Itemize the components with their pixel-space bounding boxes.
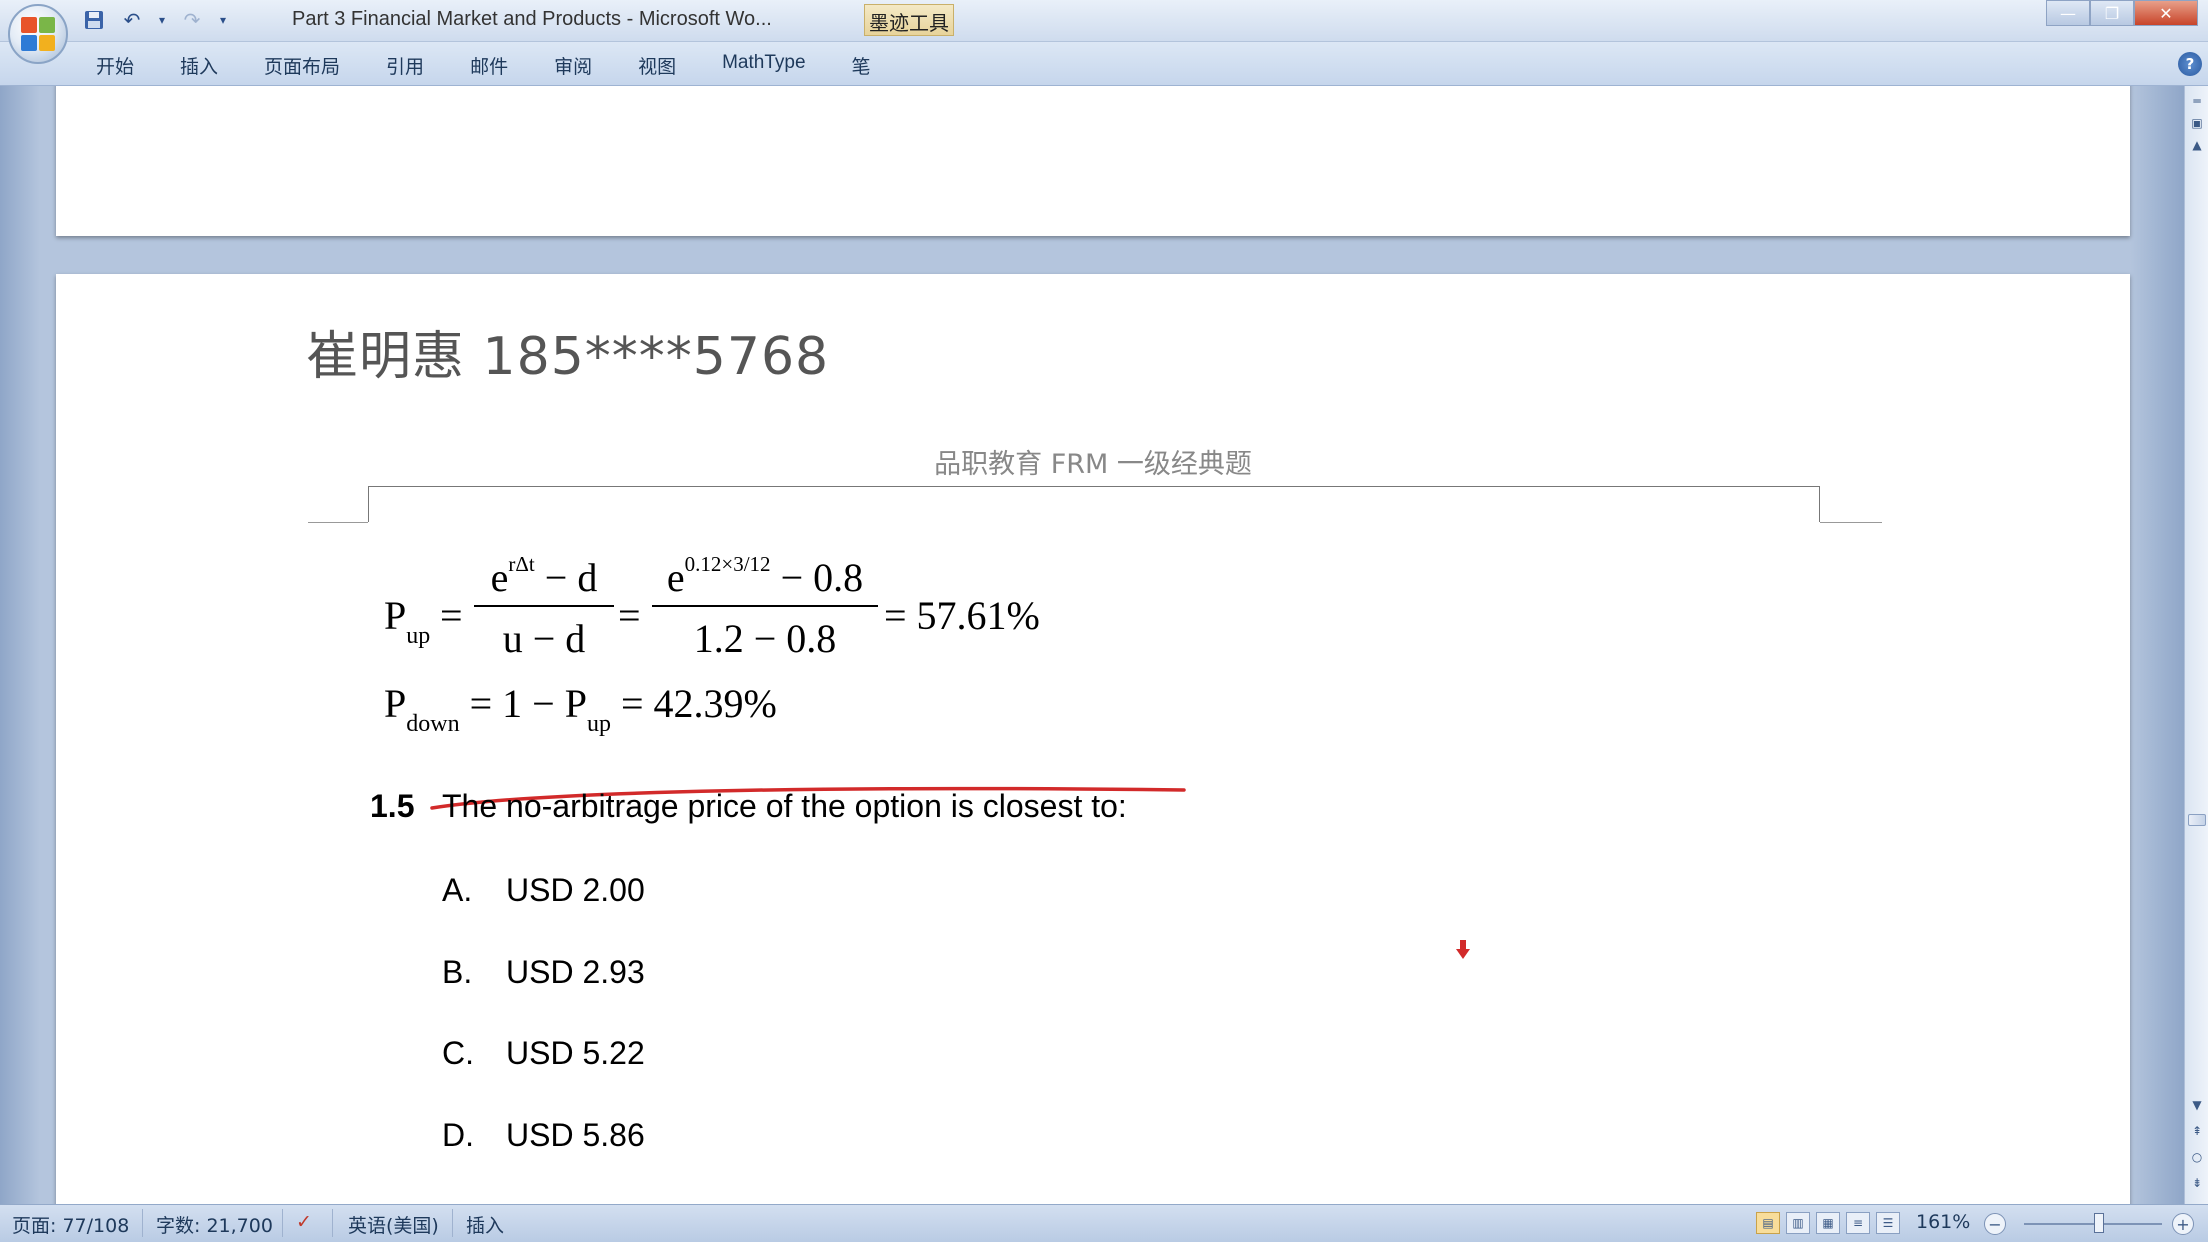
header-rule-left-tick bbox=[368, 486, 369, 522]
tab-pen[interactable]: 笔 bbox=[852, 52, 871, 79]
header-rule-left-foot bbox=[308, 522, 368, 523]
next-page-icon[interactable]: ⇟ bbox=[2188, 1174, 2206, 1192]
status-insert-mode[interactable]: 插入 bbox=[466, 1211, 504, 1238]
fraction-1-numerator: erΔt − d bbox=[474, 552, 614, 607]
office-button[interactable] bbox=[8, 4, 68, 64]
page-header: 品职教育 FRM 一级经典题 bbox=[934, 449, 1252, 480]
ink-tools-context-tab[interactable]: 墨迹工具 bbox=[864, 4, 954, 36]
status-bar: 页面: 77/108 字数: 21,700 ✓ 英语(美国) 插入 ▤ ▥ ▦ … bbox=[0, 1204, 2208, 1242]
restore-button[interactable]: ❐ bbox=[2090, 0, 2134, 26]
formula-fraction-1: erΔt − d u − d bbox=[474, 552, 614, 662]
zoom-slider-track[interactable] bbox=[2024, 1223, 2162, 1225]
undo-icon[interactable]: ↶ bbox=[118, 6, 146, 34]
tab-insert[interactable]: 插入 bbox=[180, 52, 218, 79]
scrollbar-thumb[interactable] bbox=[2188, 814, 2206, 826]
window-controls: — ❐ ✕ bbox=[2046, 0, 2198, 26]
question-text: The no-arbitrage price of the option is … bbox=[442, 788, 1127, 824]
status-separator bbox=[142, 1209, 143, 1237]
scroll-up-icon[interactable]: ▲ bbox=[2188, 136, 2206, 154]
formula-result-1: = 57.61% bbox=[884, 593, 1040, 638]
fraction-2-denominator: 1.2 − 0.8 bbox=[693, 616, 837, 661]
draft-view-icon[interactable]: ☰ bbox=[1876, 1212, 1900, 1234]
formula-fraction-2: e0.12×3/12 − 0.8 1.2 − 0.8 bbox=[652, 552, 878, 662]
spelling-check-icon[interactable]: ✓ bbox=[296, 1211, 312, 1233]
tab-home[interactable]: 开始 bbox=[96, 52, 134, 79]
status-separator bbox=[282, 1209, 283, 1237]
fraction-2-numerator: e0.12×3/12 − 0.8 bbox=[652, 552, 878, 607]
window-title: Part 3 Financial Market and Products - M… bbox=[292, 8, 772, 30]
minimize-button[interactable]: — bbox=[2046, 0, 2090, 26]
ribbon-tabs: 开始 插入 页面布局 引用 邮件 审阅 视图 MathType 笔 bbox=[96, 52, 917, 79]
formula-p-up: Pup bbox=[384, 593, 431, 649]
title-bar: ↶ ▾ ↷ ▾ Part 3 Financial Market and Prod… bbox=[0, 0, 2208, 42]
help-icon[interactable]: ? bbox=[2178, 52, 2202, 76]
zoom-out-icon[interactable]: − bbox=[1984, 1213, 2006, 1235]
web-layout-icon[interactable]: ▦ bbox=[1816, 1212, 1840, 1234]
status-separator bbox=[452, 1209, 453, 1237]
formula-equals-2: = bbox=[618, 593, 641, 638]
vertical-scrollbar[interactable]: ═ ▣ ▲ ▼ ⇞ ○ ⇟ bbox=[2184, 86, 2208, 1204]
ruler-toggle-icon[interactable]: ═ bbox=[2188, 92, 2206, 110]
outline-view-icon[interactable]: ≡ bbox=[1846, 1212, 1870, 1234]
header-rule-right-foot bbox=[1820, 522, 1882, 523]
option-a: A. USD 2.00 bbox=[442, 872, 645, 908]
status-word-count[interactable]: 字数: 21,700 bbox=[156, 1211, 273, 1238]
customize-toolbar-icon[interactable]: ▾ bbox=[216, 6, 230, 34]
zoom-level[interactable]: 161% bbox=[1916, 1211, 1970, 1233]
previous-page-icon[interactable]: ⇞ bbox=[2188, 1122, 2206, 1140]
watermark-text: 崔明惠 185****5768 bbox=[306, 327, 830, 387]
view-ruler-icon[interactable]: ▣ bbox=[2188, 114, 2206, 132]
formula-p-down-line: Pdown = 1 − Pup = 42.39% bbox=[384, 681, 777, 737]
option-c: C. USD 5.22 bbox=[442, 1035, 645, 1071]
tab-references[interactable]: 引用 bbox=[386, 52, 424, 79]
tab-view[interactable]: 视图 bbox=[638, 52, 676, 79]
current-page[interactable]: 崔明惠 185****5768 品职教育 FRM 一级经典题 Pup = erΔ… bbox=[56, 274, 2130, 1204]
tab-review[interactable]: 审阅 bbox=[554, 52, 592, 79]
tab-mailings[interactable]: 邮件 bbox=[470, 52, 508, 79]
formula-equals-1: = bbox=[440, 593, 463, 638]
option-d: D. USD 5.86 bbox=[442, 1117, 645, 1153]
status-page[interactable]: 页面: 77/108 bbox=[12, 1211, 129, 1238]
pen-cursor-icon bbox=[1456, 940, 1470, 959]
status-separator bbox=[332, 1209, 333, 1237]
scroll-down-icon[interactable]: ▼ bbox=[2188, 1096, 2206, 1114]
tab-mathtype[interactable]: MathType bbox=[722, 52, 805, 79]
quick-access-toolbar: ↶ ▾ ↷ ▾ bbox=[80, 6, 230, 34]
select-browse-object-icon[interactable]: ○ bbox=[2188, 1148, 2206, 1166]
office-logo-icon bbox=[21, 17, 55, 51]
fraction-1-denominator: u − d bbox=[502, 616, 586, 661]
document-area[interactable]: 崔明惠 185****5768 品职教育 FRM 一级经典题 Pup = erΔ… bbox=[0, 86, 2184, 1204]
zoom-in-icon[interactable]: + bbox=[2172, 1213, 2194, 1235]
question-number: 1.5 bbox=[370, 788, 415, 824]
print-layout-icon[interactable]: ▤ bbox=[1756, 1212, 1780, 1234]
previous-page[interactable] bbox=[56, 86, 2130, 236]
undo-dropdown-icon[interactable]: ▾ bbox=[156, 6, 168, 34]
option-b: B. USD 2.93 bbox=[442, 954, 645, 990]
view-buttons: ▤ ▥ ▦ ≡ ☰ bbox=[1756, 1212, 1900, 1234]
header-rule-right-tick bbox=[1819, 486, 1820, 522]
full-screen-reading-icon[interactable]: ▥ bbox=[1786, 1212, 1810, 1234]
close-button[interactable]: ✕ bbox=[2134, 0, 2198, 26]
tab-page-layout[interactable]: 页面布局 bbox=[264, 52, 340, 79]
ribbon-tabs-bar: 开始 插入 页面布局 引用 邮件 审阅 视图 MathType 笔 ? bbox=[0, 42, 2208, 86]
save-icon[interactable] bbox=[80, 6, 108, 34]
redo-icon[interactable]: ↷ bbox=[178, 6, 206, 34]
header-rule bbox=[368, 486, 1820, 487]
status-language[interactable]: 英语(美国) bbox=[348, 1211, 439, 1238]
zoom-slider-thumb[interactable] bbox=[2094, 1213, 2104, 1233]
